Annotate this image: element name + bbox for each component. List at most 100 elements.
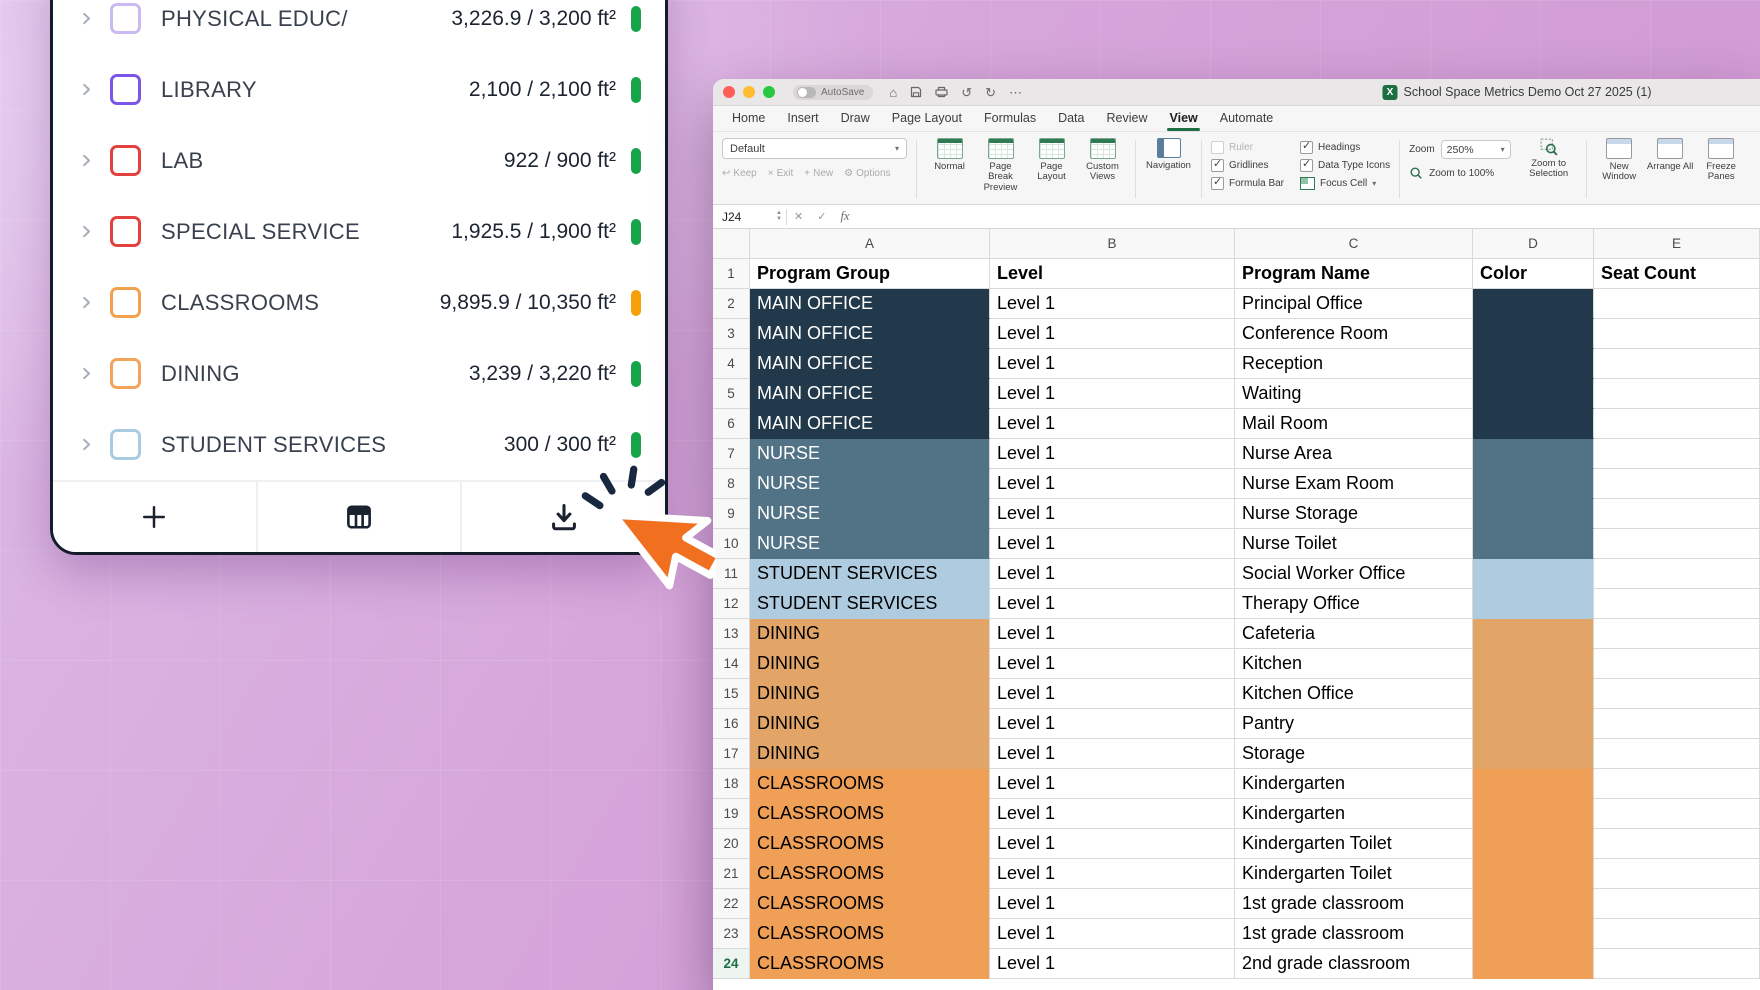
cell-A2[interactable]: MAIN OFFICE	[750, 289, 990, 319]
cell-A21[interactable]: CLASSROOMS	[750, 859, 990, 889]
cell-E4[interactable]	[1594, 349, 1760, 379]
row-header-15[interactable]: 15	[713, 679, 750, 709]
row-header-1[interactable]: 1	[713, 259, 750, 289]
show-data-type-icons[interactable]: Data Type Icons	[1300, 158, 1390, 172]
select-all-corner[interactable]	[713, 229, 750, 259]
column-header-E[interactable]: E	[1594, 229, 1760, 259]
tab-data[interactable]: Data	[1047, 107, 1095, 131]
cell-B21[interactable]: Level 1	[990, 859, 1235, 889]
cell-D15[interactable]	[1473, 679, 1594, 709]
row-header-16[interactable]: 16	[713, 709, 750, 739]
sheet-view-exit-button[interactable]: ×Exit	[768, 168, 794, 179]
program-row[interactable]: SPECIAL SERVICE 1,925.5 / 1,900 ft²	[53, 196, 665, 267]
cell-B10[interactable]: Level 1	[990, 529, 1235, 559]
cell-A7[interactable]: NURSE	[750, 439, 990, 469]
cell-B7[interactable]: Level 1	[990, 439, 1235, 469]
arrange-all-button[interactable]: Arrange All	[1647, 138, 1694, 200]
cell-E19[interactable]	[1594, 799, 1760, 829]
cell-C12[interactable]: Therapy Office	[1235, 589, 1473, 619]
cell-A9[interactable]: NURSE	[750, 499, 990, 529]
program-row[interactable]: DINING 3,239 / 3,220 ft²	[53, 338, 665, 409]
cell-D8[interactable]	[1473, 469, 1594, 499]
cell-B6[interactable]: Level 1	[990, 409, 1235, 439]
column-header-C[interactable]: C	[1235, 229, 1473, 259]
row-header-2[interactable]: 2	[713, 289, 750, 319]
program-checkbox[interactable]	[110, 145, 141, 176]
cell-A22[interactable]: CLASSROOMS	[750, 889, 990, 919]
cell-D17[interactable]	[1473, 739, 1594, 769]
row-header-5[interactable]: 5	[713, 379, 750, 409]
show-formula-bar[interactable]: Formula Bar	[1211, 176, 1284, 190]
cell-C19[interactable]: Kindergarten	[1235, 799, 1473, 829]
program-checkbox[interactable]	[110, 429, 141, 460]
tab-page-layout[interactable]: Page Layout	[881, 107, 973, 131]
row-header-10[interactable]: 10	[713, 529, 750, 559]
chevron-right-icon[interactable]	[79, 224, 94, 239]
cell-D6[interactable]	[1473, 409, 1594, 439]
tab-draw[interactable]: Draw	[830, 107, 881, 131]
chevron-right-icon[interactable]	[79, 11, 94, 26]
cell-E8[interactable]	[1594, 469, 1760, 499]
tab-formulas[interactable]: Formulas	[973, 107, 1047, 131]
cell-B5[interactable]: Level 1	[990, 379, 1235, 409]
home-icon[interactable]: ⌂	[889, 86, 897, 99]
row-header-14[interactable]: 14	[713, 649, 750, 679]
header-cell-E1[interactable]: Seat Count	[1594, 259, 1760, 289]
normal-view-button[interactable]: Normal	[926, 138, 973, 200]
formula-bar-checkbox[interactable]	[1211, 177, 1224, 190]
show-ruler[interactable]: Ruler	[1211, 140, 1284, 154]
column-header-D[interactable]: D	[1473, 229, 1594, 259]
program-row[interactable]: PHYSICAL EDUC/ 3,226.9 / 3,200 ft²	[53, 0, 665, 54]
cell-B23[interactable]: Level 1	[990, 919, 1235, 949]
header-cell-C1[interactable]: Program Name	[1235, 259, 1473, 289]
cell-A14[interactable]: DINING	[750, 649, 990, 679]
cell-C2[interactable]: Principal Office	[1235, 289, 1473, 319]
row-header-7[interactable]: 7	[713, 439, 750, 469]
tab-view[interactable]: View	[1158, 107, 1208, 131]
cell-E14[interactable]	[1594, 649, 1760, 679]
new-window-button[interactable]: New Window	[1596, 138, 1643, 200]
cell-C17[interactable]: Storage	[1235, 739, 1473, 769]
row-header-9[interactable]: 9	[713, 499, 750, 529]
zoom-to-selection-button[interactable]: Zoom to Selection	[1521, 138, 1577, 200]
cell-D18[interactable]	[1473, 769, 1594, 799]
cell-D5[interactable]	[1473, 379, 1594, 409]
cell-E12[interactable]	[1594, 589, 1760, 619]
zoom-level-dropdown[interactable]: 250% ▾	[1441, 140, 1511, 159]
cell-C14[interactable]: Kitchen	[1235, 649, 1473, 679]
chevron-right-icon[interactable]	[79, 437, 94, 452]
page-break-preview-view-button[interactable]: Page Break Preview	[977, 138, 1024, 200]
tab-home[interactable]: Home	[721, 107, 776, 131]
spreadsheet-button[interactable]	[256, 482, 461, 552]
cell-B17[interactable]: Level 1	[990, 739, 1235, 769]
sheet-view-new-button[interactable]: +New	[804, 168, 833, 179]
row-header-22[interactable]: 22	[713, 889, 750, 919]
print-icon[interactable]	[935, 86, 948, 98]
cell-A6[interactable]: MAIN OFFICE	[750, 409, 990, 439]
cell-B24[interactable]: Level 1	[990, 949, 1235, 979]
cell-E20[interactable]	[1594, 829, 1760, 859]
cell-B22[interactable]: Level 1	[990, 889, 1235, 919]
row-header-4[interactable]: 4	[713, 349, 750, 379]
cell-C4[interactable]: Reception	[1235, 349, 1473, 379]
data-type-icons-checkbox[interactable]	[1300, 159, 1313, 172]
show-headings[interactable]: Headings	[1300, 140, 1390, 154]
row-header-6[interactable]: 6	[713, 409, 750, 439]
cell-A12[interactable]: STUDENT SERVICES	[750, 589, 990, 619]
cell-E9[interactable]	[1594, 499, 1760, 529]
cell-D13[interactable]	[1473, 619, 1594, 649]
cell-C6[interactable]: Mail Room	[1235, 409, 1473, 439]
navigation-button[interactable]: Navigation	[1145, 138, 1192, 200]
autosave-toggle[interactable]: AutoSave	[793, 85, 873, 100]
cell-D16[interactable]	[1473, 709, 1594, 739]
cell-E16[interactable]	[1594, 709, 1760, 739]
sheet-view-options-button[interactable]: ⚙Options	[844, 168, 890, 179]
tab-insert[interactable]: Insert	[776, 107, 829, 131]
show-gridlines[interactable]: Gridlines	[1211, 158, 1284, 172]
cell-A19[interactable]: CLASSROOMS	[750, 799, 990, 829]
column-header-B[interactable]: B	[990, 229, 1235, 259]
cell-B3[interactable]: Level 1	[990, 319, 1235, 349]
cell-E13[interactable]	[1594, 619, 1760, 649]
row-header-19[interactable]: 19	[713, 799, 750, 829]
redo-icon[interactable]: ↻	[985, 86, 996, 99]
